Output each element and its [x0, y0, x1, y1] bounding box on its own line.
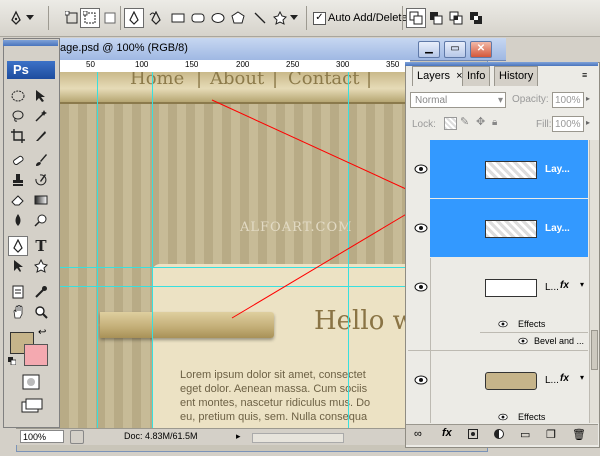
- notes-tool-icon[interactable]: [8, 282, 28, 302]
- chevron-down-icon[interactable]: ▾: [580, 373, 584, 382]
- horizontal-scrollbar[interactable]: [252, 433, 344, 443]
- chevron-right-icon[interactable]: ▸: [586, 118, 590, 127]
- lasso-tool-icon[interactable]: [8, 106, 28, 126]
- fill-label: Fill:: [536, 119, 552, 130]
- zoom-tool-icon[interactable]: [31, 302, 51, 322]
- crop-tool-icon[interactable]: [8, 126, 28, 146]
- link-layers-icon[interactable]: ∞: [414, 428, 422, 440]
- blur-tool-icon[interactable]: [8, 210, 28, 230]
- eraser-tool-icon[interactable]: [8, 190, 28, 210]
- lock-position-icon[interactable]: ✥: [476, 117, 487, 128]
- opacity-field[interactable]: 100%: [552, 92, 584, 108]
- layer-thumbnail: [485, 220, 537, 238]
- tab-label: History: [499, 70, 534, 82]
- chevron-down-icon: ▾: [497, 95, 503, 106]
- layer-row[interactable]: Lay...: [408, 199, 588, 257]
- quick-mask-icon[interactable]: [20, 374, 42, 390]
- new-group-icon[interactable]: ▭: [520, 428, 530, 441]
- path-segment: [231, 199, 431, 319]
- pen-tool-icon[interactable]: [8, 236, 28, 256]
- lock-transparency-icon[interactable]: [444, 117, 457, 130]
- eye-icon[interactable]: [414, 164, 428, 174]
- background-color-swatch[interactable]: [24, 344, 48, 366]
- marquee-tool-icon[interactable]: [8, 86, 28, 106]
- dodge-tool-icon[interactable]: [31, 210, 51, 230]
- layer-row[interactable]: Lay...: [408, 140, 588, 198]
- eye-icon[interactable]: [498, 320, 508, 328]
- magic-wand-icon[interactable]: [31, 106, 51, 126]
- layer-thumbnail: [485, 372, 537, 390]
- new-layer-icon[interactable]: ❐: [546, 428, 556, 441]
- opacity-label: Opacity:: [512, 94, 549, 105]
- blend-mode-select[interactable]: Normal ▾: [410, 92, 506, 108]
- layer-thumbnail: [485, 161, 537, 179]
- layer-name: L...: [545, 375, 559, 386]
- layer-name: Lay...: [545, 223, 570, 234]
- zoom-field[interactable]: 100%: [20, 430, 64, 443]
- eye-icon[interactable]: [414, 223, 428, 233]
- fill-field[interactable]: 100%: [552, 116, 584, 132]
- tab-history[interactable]: History: [494, 66, 539, 86]
- bevel-effect-label: Bevel and ...: [534, 336, 585, 346]
- tab-info[interactable]: Info: [462, 66, 491, 86]
- path-segment: [211, 99, 431, 201]
- tab-label: Info: [467, 70, 486, 82]
- eye-icon[interactable]: [414, 282, 428, 292]
- history-brush-icon[interactable]: [31, 170, 51, 190]
- trash-icon[interactable]: 🗑︎: [572, 428, 586, 441]
- hand-tool-icon[interactable]: [8, 302, 28, 322]
- gradient-tool-icon[interactable]: [31, 190, 51, 210]
- eye-icon[interactable]: [518, 337, 528, 345]
- path-selection-icon[interactable]: [8, 256, 28, 276]
- adjustment-layer-icon[interactable]: [494, 429, 504, 439]
- add-mask-icon[interactable]: [468, 429, 478, 439]
- tab-label: Layers: [417, 70, 451, 82]
- brush-tool-icon[interactable]: [31, 150, 51, 170]
- healing-brush-icon[interactable]: [8, 150, 28, 170]
- effects-label: Effects: [518, 319, 546, 329]
- type-tool-icon[interactable]: T: [31, 236, 51, 256]
- clone-stamp-icon[interactable]: [8, 170, 28, 190]
- layer-name: L...: [545, 282, 559, 293]
- layer-row[interactable]: L... fx ▾ Effects: [408, 351, 588, 423]
- panel-menu-icon[interactable]: ≡: [582, 70, 594, 80]
- eye-icon[interactable]: [498, 413, 508, 421]
- layer-thumbnail: [485, 279, 537, 297]
- eyedropper-icon[interactable]: [31, 282, 51, 302]
- screen-mode-icon[interactable]: [20, 398, 46, 414]
- layers-scrollbar[interactable]: [589, 140, 599, 423]
- layer-name: Lay...: [545, 164, 570, 175]
- move-tool-icon[interactable]: [31, 86, 51, 106]
- doc-size: Doc: 4.83M/61.5M: [124, 431, 198, 441]
- effects-label: Effects: [518, 412, 546, 422]
- arrow-right-icon[interactable]: ▸: [236, 431, 241, 442]
- ps-logo[interactable]: Ps: [7, 61, 55, 79]
- status-bar: 100% Doc: 4.83M/61.5M ▸: [16, 428, 410, 445]
- default-colors-icon[interactable]: [8, 356, 17, 366]
- lock-pixels-icon[interactable]: ✎: [460, 117, 471, 128]
- fx-icon[interactable]: fx: [560, 280, 569, 291]
- toolbox-grip[interactable]: [3, 40, 58, 46]
- lock-all-icon[interactable]: 🔒︎: [492, 117, 503, 128]
- layer-row[interactable]: L... fx ▾ Effects Bevel and ...: [408, 258, 588, 351]
- tab-layers[interactable]: Layers ×: [412, 66, 468, 86]
- slice-tool-icon[interactable]: [31, 126, 51, 146]
- chevron-down-icon[interactable]: ▾: [580, 280, 584, 289]
- blend-mode-value: Normal: [415, 95, 448, 106]
- add-style-icon[interactable]: fx: [442, 427, 452, 439]
- status-menu-icon[interactable]: [70, 430, 84, 444]
- fx-icon[interactable]: fx: [560, 373, 569, 384]
- swap-colors-icon[interactable]: ↩: [38, 328, 48, 338]
- eye-icon[interactable]: [414, 375, 428, 385]
- layers-panel-footer: ∞ fx ▭ ❐ 🗑︎: [406, 424, 598, 445]
- chevron-right-icon[interactable]: ▸: [586, 94, 590, 103]
- lock-label: Lock:: [412, 119, 436, 130]
- scrollbar-thumb[interactable]: [591, 330, 598, 370]
- shape-tool-icon[interactable]: [31, 256, 51, 276]
